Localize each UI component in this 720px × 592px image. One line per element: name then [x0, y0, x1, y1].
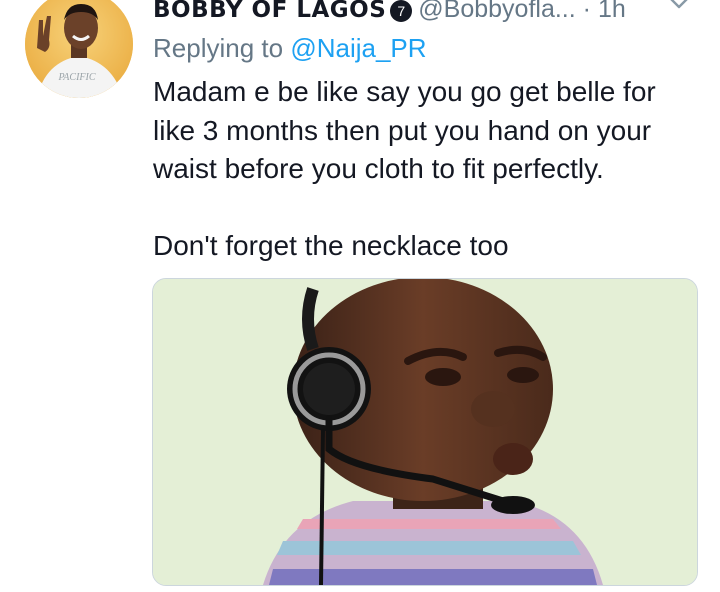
verified-badge-icon: 7 [390, 0, 413, 22]
user-avatar[interactable]: PACIFIC [25, 0, 133, 98]
tweet-text: Madam e be like say you go get belle for… [153, 73, 703, 265]
meme-photo [153, 279, 697, 585]
separator-dot: · [582, 0, 591, 23]
user-handle[interactable]: @Bobbyofla... [418, 0, 575, 23]
avatar-shirt-text: PACIFIC [57, 72, 95, 83]
tweet-media-image[interactable] [152, 278, 698, 586]
display-name[interactable]: BOBBY OF LAGOS [153, 0, 386, 23]
avatar-illustration: PACIFIC [25, 0, 133, 98]
tweet-text-paragraph: Don't forget the necklace too [153, 229, 509, 261]
replying-prefix: Replying to [153, 33, 291, 63]
tweet-text-paragraph: Madam e be like say you go get belle for… [153, 76, 656, 184]
replying-to-line: Replying to @Naija_PR [153, 31, 427, 65]
tweet-header: BOBBY OF LAGOS 7 @Bobbyofla... · 1h [153, 0, 713, 26]
reply-mention-link[interactable]: @Naija_PR [290, 33, 426, 63]
tweet[interactable]: PACIFIC BOBBY OF LAGOS 7 @Bobbyofla... · 1… [0, 0, 720, 592]
timestamp[interactable]: 1h [598, 0, 626, 23]
chevron-down-icon[interactable] [664, 0, 694, 14]
